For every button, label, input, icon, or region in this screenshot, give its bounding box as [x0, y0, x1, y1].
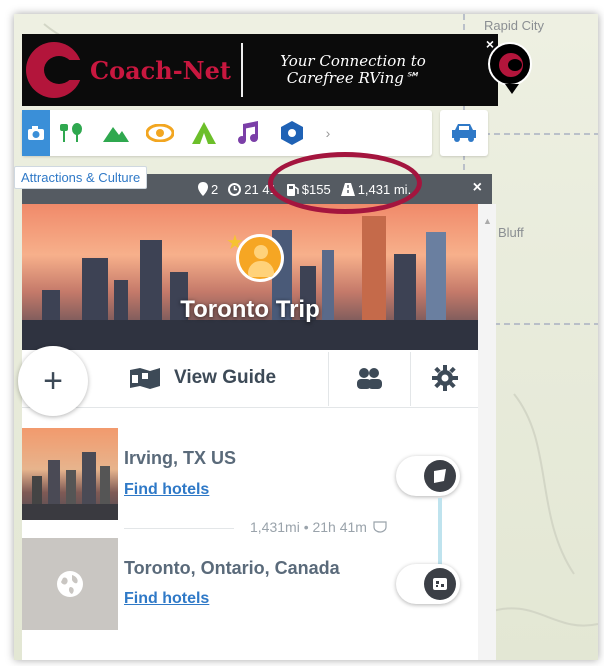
trip-avatar — [236, 234, 284, 282]
banner-divider — [240, 43, 243, 97]
leg-divider — [124, 528, 234, 529]
screenshot-frame: Rapid City Bluff Coach-Net Your Connecti… — [0, 0, 604, 666]
map-label-rapid-city: Rapid City — [484, 18, 544, 33]
banner-tagline: Your Connection to Carefree RVing℠ — [253, 53, 453, 87]
car-icon — [452, 124, 476, 142]
category-tooltip: Attractions & Culture — [14, 166, 148, 189]
stat-stops: 2 — [198, 182, 218, 197]
settings-button[interactable] — [414, 350, 476, 406]
mountain-icon[interactable] — [94, 110, 138, 156]
find-hotels-link-irving[interactable]: Find hotels — [124, 481, 209, 499]
people-icon — [357, 368, 382, 389]
banner-brand: Coach-Net — [90, 55, 231, 85]
globe-icon — [57, 571, 83, 597]
end-flag-icon — [424, 568, 456, 600]
annotation-highlight-ring — [268, 152, 422, 214]
coach-net-banner[interactable]: Coach-Net Your Connection to Carefree RV… — [22, 34, 498, 106]
restaurant-icon[interactable] — [50, 110, 94, 156]
actions-divider — [328, 352, 329, 406]
map-label-bluff: Bluff — [498, 225, 524, 240]
panel-scrollbar[interactable] — [478, 204, 496, 660]
camera-icon[interactable] — [22, 110, 50, 156]
interstate-icon — [373, 521, 387, 533]
category-next-arrow[interactable]: › — [314, 125, 342, 141]
gear-icon — [432, 365, 458, 391]
leg-distance-value: 1,431mi • 21h 41m — [250, 519, 367, 535]
scroll-up-arrow-icon[interactable]: ▲ — [483, 216, 492, 226]
start-flag-icon — [424, 460, 456, 492]
eye-icon[interactable] — [138, 110, 182, 156]
share-people-button[interactable] — [338, 350, 400, 406]
add-stop-button[interactable]: + — [18, 346, 88, 416]
car-route-button[interactable] — [440, 110, 488, 156]
coach-net-logo-icon — [22, 34, 86, 106]
location-pin-icon — [198, 182, 208, 196]
map-guide-icon — [130, 368, 160, 389]
category-toolbar: › — [22, 110, 432, 156]
banner-tagline-line2: Carefree RVing℠ — [286, 69, 420, 87]
banner-tagline-line1: Your Connection to — [280, 52, 426, 70]
clock-icon — [228, 182, 242, 196]
stop-name-irving[interactable]: Irving, TX US — [124, 448, 236, 469]
view-guide-label: View Guide — [174, 367, 277, 388]
music-icon[interactable] — [226, 110, 270, 156]
toronto-stop-image — [22, 538, 118, 630]
coach-net-map-pin-icon[interactable] — [488, 42, 532, 94]
trip-hero-image: ★ Toronto Trip — [22, 204, 478, 350]
stop-toggle-irving[interactable] — [396, 456, 460, 496]
stop-toggle-toronto[interactable] — [396, 564, 460, 604]
view-guide-button[interactable]: View Guide — [128, 350, 276, 406]
trip-close-button[interactable]: × — [473, 179, 482, 197]
stop-name-toronto[interactable]: Toronto, Ontario, Canada — [124, 558, 340, 579]
campground-icon[interactable] — [182, 110, 226, 156]
trip-title: Toronto Trip — [180, 296, 320, 323]
stat-stops-value: 2 — [211, 181, 219, 197]
leg-distance: 1,431mi • 21h 41m — [250, 519, 387, 535]
hexagon-icon[interactable] — [270, 110, 314, 156]
find-hotels-link-toronto[interactable]: Find hotels — [124, 590, 209, 608]
irving-stop-image — [22, 428, 118, 520]
route-connector — [438, 498, 442, 572]
actions-divider — [410, 352, 411, 406]
